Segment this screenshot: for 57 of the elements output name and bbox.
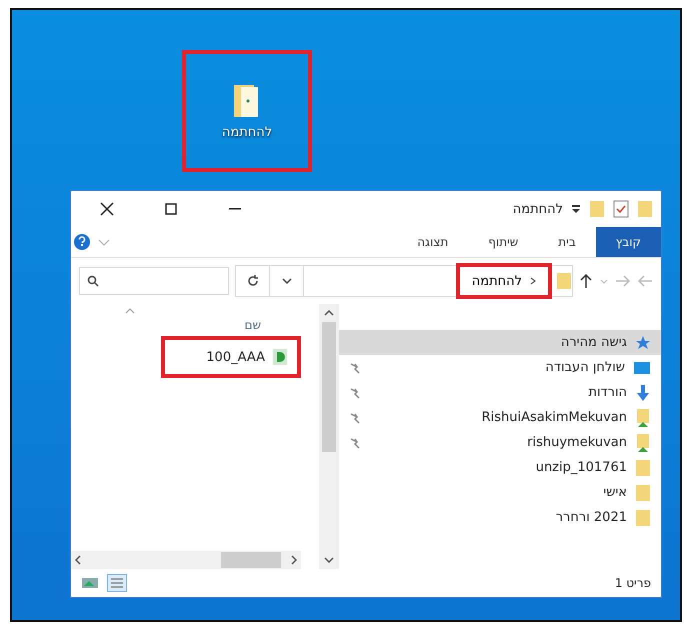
ribbon-tab[interactable]: בית bbox=[538, 227, 596, 257]
scroll-right-icon[interactable] bbox=[291, 555, 297, 565]
scroll-up-icon[interactable] bbox=[324, 310, 334, 316]
pin-icon[interactable] bbox=[349, 412, 361, 424]
folder-icon bbox=[556, 272, 572, 290]
back-arrow-icon[interactable] bbox=[637, 274, 653, 288]
nav-item[interactable]: גישה מהירה bbox=[339, 330, 661, 355]
nav-item[interactable]: RishuiAsakimMekuvan bbox=[339, 405, 661, 430]
chevron-down-icon bbox=[282, 277, 292, 285]
folder-icon bbox=[637, 200, 653, 218]
horizontal-scrollbar[interactable] bbox=[71, 551, 301, 569]
vertical-scrollbar[interactable] bbox=[319, 304, 339, 569]
status-text: פריט 1 bbox=[614, 576, 651, 590]
close-icon bbox=[100, 202, 114, 216]
address-bar[interactable]: להחתמה bbox=[235, 265, 573, 297]
nav-item[interactable]: אישי bbox=[339, 480, 661, 505]
folder-icon bbox=[635, 458, 651, 476]
desktop-icon-label[interactable]: להחתמה bbox=[222, 124, 272, 140]
column-header[interactable]: שם bbox=[204, 314, 261, 336]
nav-item[interactable]: הורדות bbox=[339, 380, 661, 405]
up-arrow-icon[interactable] bbox=[579, 273, 593, 289]
ribbon-tab[interactable]: קובץ bbox=[596, 227, 661, 257]
window-title: להחתמה bbox=[512, 202, 563, 216]
nav-item[interactable]: 2021 ורחרר bbox=[339, 505, 661, 530]
document-file-icon bbox=[273, 349, 287, 365]
down-arrow-icon bbox=[635, 384, 651, 402]
nav-item[interactable]: unzip_101761 bbox=[339, 455, 661, 480]
ribbon-tab[interactable]: תצוגה bbox=[397, 227, 468, 257]
folder-icon bbox=[635, 484, 651, 502]
pin-icon[interactable] bbox=[349, 386, 361, 398]
dropdown-icon[interactable] bbox=[571, 204, 581, 214]
thumbnail-view-icon[interactable] bbox=[81, 576, 99, 590]
shared-folder-icon bbox=[635, 432, 651, 452]
nav-item[interactable]: rishuymekuvan bbox=[339, 430, 661, 455]
details-view-icon[interactable] bbox=[107, 574, 127, 592]
pin-icon[interactable] bbox=[349, 436, 361, 448]
shared-folder-icon bbox=[635, 408, 651, 428]
scroll-left-icon[interactable] bbox=[75, 555, 81, 565]
maximize-icon bbox=[165, 203, 177, 215]
pin-icon[interactable] bbox=[349, 362, 361, 374]
chevron-right-icon bbox=[530, 277, 536, 285]
breadcrumb[interactable]: להחתמה bbox=[456, 263, 552, 299]
refresh-icon bbox=[246, 274, 260, 288]
search-field[interactable] bbox=[79, 267, 229, 295]
new-folder-icon bbox=[589, 200, 605, 218]
ribbon-tab[interactable]: שיתוף bbox=[468, 227, 538, 257]
forward-arrow-icon[interactable] bbox=[615, 274, 631, 288]
scroll-down-icon[interactable] bbox=[324, 557, 334, 563]
folder-icon bbox=[635, 508, 651, 526]
search-icon bbox=[87, 275, 99, 287]
star-icon bbox=[635, 334, 651, 350]
properties-icon[interactable] bbox=[613, 200, 629, 218]
minimize-icon bbox=[229, 208, 241, 210]
sort-caret-icon bbox=[125, 308, 135, 314]
monitor-icon bbox=[633, 360, 651, 374]
file-item[interactable]: 100_AAA bbox=[161, 336, 301, 378]
nav-item[interactable]: שולחן העבודה bbox=[339, 355, 661, 380]
